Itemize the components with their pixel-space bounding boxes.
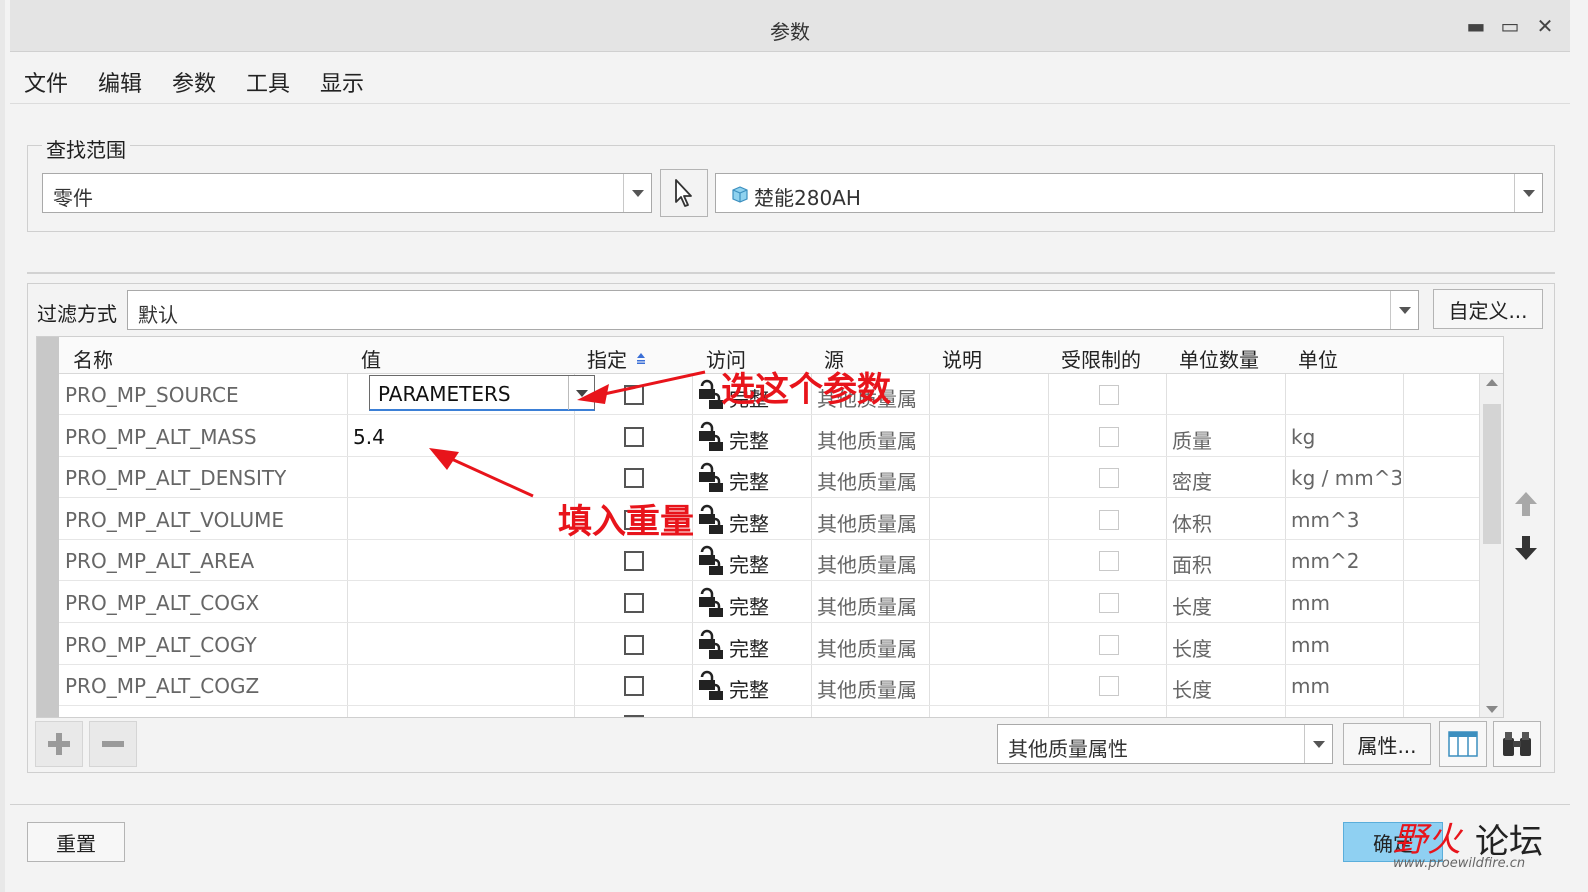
parameters-dialog: 参数 ▬ ▭ ✕ 文件 编辑 参数 工具 显示 查找范围 零件 楚能280AH: [0, 0, 1588, 892]
watermark-brand-a: 野火: [1393, 820, 1461, 860]
annotation-arrow: [594, 370, 706, 398]
annotation-select-param: 选这个参数: [721, 370, 891, 410]
annotation-arrow: [444, 454, 534, 498]
annotation-fill-weight: 填入重量: [558, 502, 694, 542]
annotation-overlay: [429, 370, 706, 498]
annotation-arrowhead: [577, 384, 609, 404]
watermark-url: www.proewildfire.cn: [1393, 856, 1526, 871]
